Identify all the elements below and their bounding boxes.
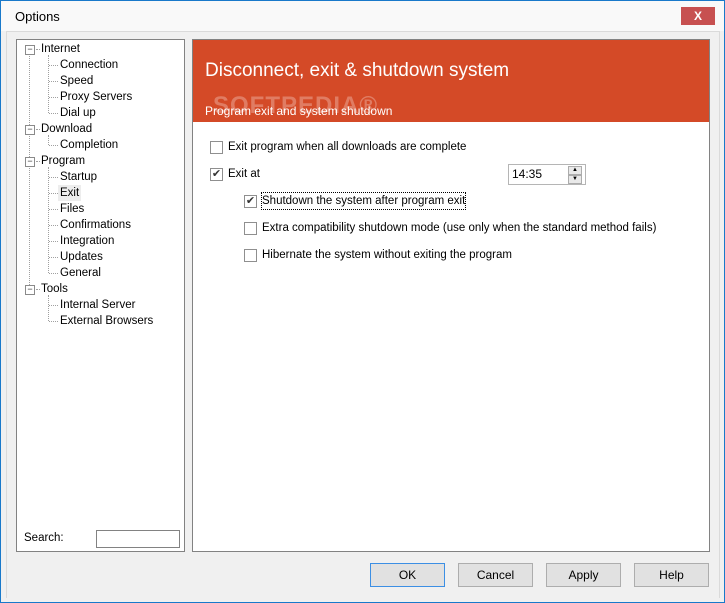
- tree-item-integration[interactable]: Integration: [60, 233, 114, 249]
- tree-line: [36, 129, 40, 130]
- exit-when-complete-checkbox[interactable]: [210, 141, 223, 154]
- tree-item-tools[interactable]: Tools: [41, 281, 68, 297]
- tree-item-program[interactable]: Program: [41, 153, 85, 169]
- tree-item-exit[interactable]: Exit: [58, 185, 82, 201]
- tree-item-files[interactable]: Files: [60, 201, 84, 217]
- tree-line: [48, 295, 49, 321]
- tree-item-startup[interactable]: Startup: [60, 169, 97, 185]
- close-button[interactable]: X: [681, 7, 715, 25]
- tree-line: [49, 65, 58, 66]
- collapse-icon[interactable]: −: [25, 285, 35, 295]
- tree-line: [49, 113, 58, 114]
- extra-compat-checkbox[interactable]: [244, 222, 257, 235]
- exit-when-complete-label[interactable]: Exit program when all downloads are comp…: [228, 139, 466, 155]
- tree-line: [49, 81, 58, 82]
- tree-line: [49, 225, 58, 226]
- collapse-icon[interactable]: −: [25, 45, 35, 55]
- tree-line: [49, 193, 58, 194]
- tree-line: [49, 177, 58, 178]
- hibernate-label[interactable]: Hibernate the system without exiting the…: [262, 247, 512, 263]
- hibernate-checkbox[interactable]: [244, 249, 257, 262]
- extra-compat-label[interactable]: Extra compatibility shutdown mode (use o…: [262, 220, 656, 236]
- tree-item-general[interactable]: General: [60, 265, 101, 281]
- ok-button[interactable]: OK: [370, 563, 445, 587]
- tree-item-external-browsers[interactable]: External Browsers: [60, 313, 153, 329]
- help-button[interactable]: Help: [634, 563, 709, 587]
- shutdown-after-exit-label[interactable]: Shutdown the system after program exit: [260, 192, 467, 210]
- panel-title: Disconnect, exit & shutdown system: [205, 60, 510, 81]
- tree-item-download[interactable]: Download: [41, 121, 92, 137]
- exit-at-checkbox[interactable]: ✔: [210, 168, 223, 181]
- apply-button[interactable]: Apply: [546, 563, 621, 587]
- window-title: Options: [15, 9, 60, 24]
- tree-line: [29, 53, 30, 293]
- tree-item-speed[interactable]: Speed: [60, 73, 93, 89]
- tree-line: [49, 145, 58, 146]
- tree-line: [49, 273, 58, 274]
- spin-up-button[interactable]: ▲: [568, 166, 582, 175]
- search-label: Search:: [24, 532, 64, 544]
- shutdown-after-exit-checkbox[interactable]: ✔: [244, 195, 257, 208]
- tree-line: [49, 241, 58, 242]
- tree-line: [49, 209, 58, 210]
- tree-line: [49, 97, 58, 98]
- tree-item-completion[interactable]: Completion: [60, 137, 118, 153]
- tree-item-updates[interactable]: Updates: [60, 249, 103, 265]
- options-tree[interactable]: − Internet Connection Speed Proxy Servers Dia…: [16, 39, 185, 552]
- tree-line: [49, 305, 58, 306]
- tree-item-proxy-servers[interactable]: Proxy Servers: [60, 89, 132, 105]
- exit-at-label[interactable]: Exit at: [228, 166, 260, 182]
- tree-line: [36, 161, 40, 162]
- collapse-icon[interactable]: −: [25, 157, 35, 167]
- tree-item-internal-server[interactable]: Internal Server: [60, 297, 135, 313]
- panel-subtitle: Program exit and system shutdown: [205, 104, 393, 118]
- tree-item-dial-up[interactable]: Dial up: [60, 105, 96, 121]
- spin-down-button[interactable]: ▼: [568, 175, 582, 184]
- tree-item-internet[interactable]: Internet: [41, 41, 80, 57]
- tree-line: [36, 49, 40, 50]
- title-bar: Options X: [1, 1, 724, 31]
- exit-time-field[interactable]: 14:35 ▲ ▼: [508, 164, 586, 185]
- cancel-button[interactable]: Cancel: [458, 563, 533, 587]
- time-spinner[interactable]: ▲ ▼: [568, 166, 582, 184]
- panel-banner: Disconnect, exit & shutdown system SOFTP…: [193, 40, 709, 122]
- settings-panel: Disconnect, exit & shutdown system SOFTP…: [192, 39, 710, 552]
- exit-time-value[interactable]: 14:35: [512, 167, 542, 181]
- close-icon: X: [693, 9, 702, 23]
- tree-line: [36, 289, 40, 290]
- tree-line: [49, 257, 58, 258]
- tree-line: [48, 55, 49, 113]
- tree-item-connection[interactable]: Connection: [60, 57, 118, 73]
- tree-item-confirmations[interactable]: Confirmations: [60, 217, 131, 233]
- tree-line: [49, 321, 58, 322]
- collapse-icon[interactable]: −: [25, 125, 35, 135]
- search-input[interactable]: [96, 530, 180, 548]
